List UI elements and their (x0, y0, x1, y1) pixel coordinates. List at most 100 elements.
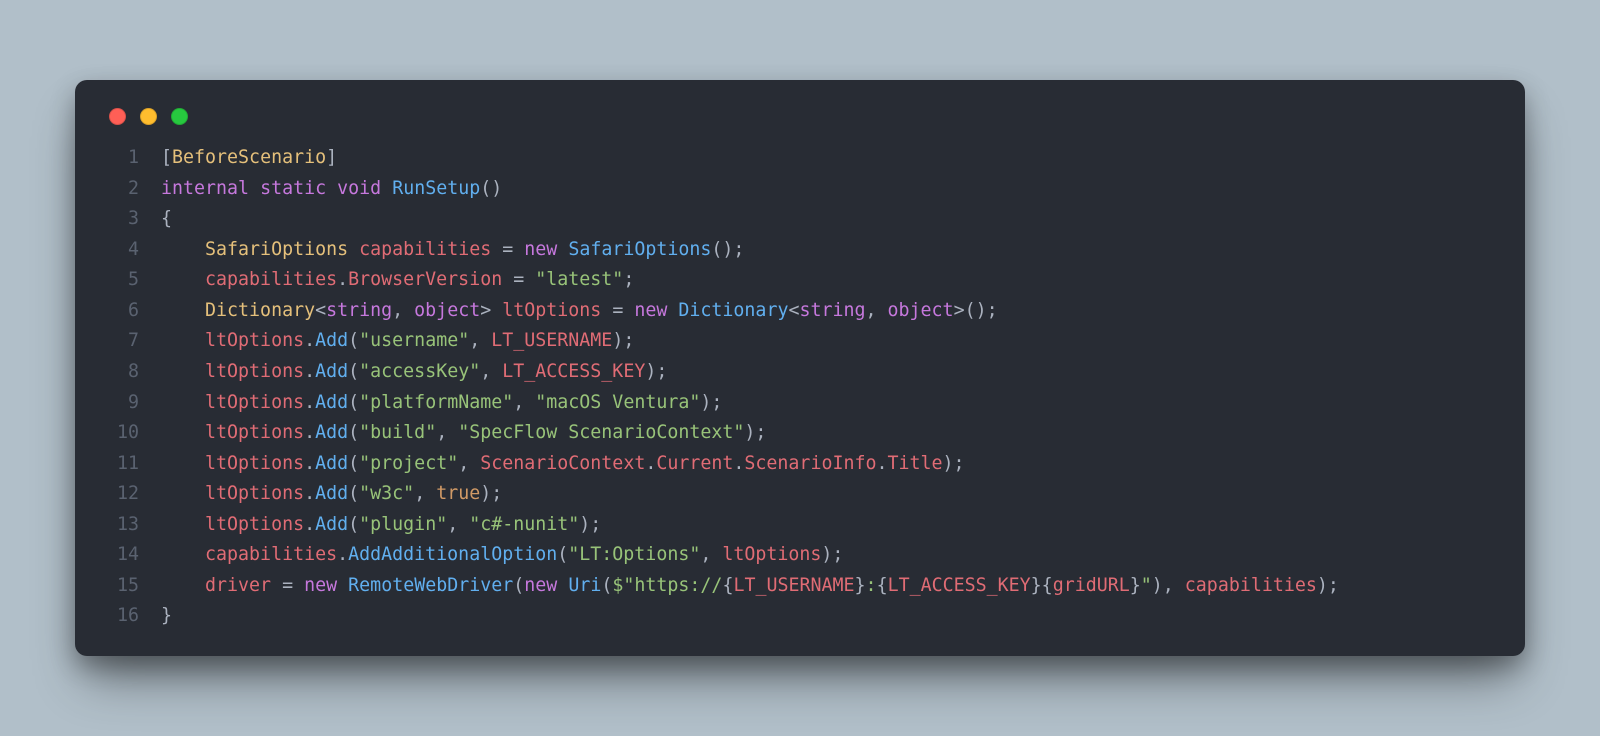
line-source: { (161, 204, 1497, 235)
token-punct: ), (1152, 575, 1185, 596)
token-var: ltOptions (502, 300, 601, 321)
token-punct: , (700, 544, 722, 565)
token-string: "project" (359, 453, 458, 474)
token-var: ScenarioContext (480, 453, 645, 474)
token-keyword: static (260, 178, 326, 199)
line-number: 7 (103, 326, 139, 357)
line-source: driver = new RemoteWebDriver(new Uri($"h… (161, 571, 1497, 602)
close-icon[interactable] (109, 108, 126, 125)
token-punct: > (480, 300, 502, 321)
token-keyword: string (799, 300, 865, 321)
token-var: ltOptions (205, 422, 304, 443)
token-var: Title (888, 453, 943, 474)
token-plain (161, 300, 205, 321)
token-punct: . (337, 269, 348, 290)
token-string: "w3c" (359, 483, 414, 504)
token-var: ltOptions (205, 392, 304, 413)
token-string: "c#-nunit" (469, 514, 579, 535)
token-punct: ( (348, 483, 359, 504)
token-punct: , (447, 514, 469, 535)
maximize-icon[interactable] (171, 108, 188, 125)
window-controls (109, 108, 1497, 125)
line-number: 2 (103, 174, 139, 205)
line-source: ltOptions.Add("project", ScenarioContext… (161, 449, 1497, 480)
token-keyword: string (326, 300, 392, 321)
code-line: 13 ltOptions.Add("plugin", "c#-nunit"); (103, 510, 1497, 541)
token-keyword: new (634, 300, 667, 321)
code-block: 1[BeforeScenario]2internal static void R… (103, 143, 1497, 632)
line-source: ltOptions.Add("w3c", true); (161, 479, 1497, 510)
token-punct: . (304, 483, 315, 504)
token-string: "accessKey" (359, 361, 480, 382)
line-number: 1 (103, 143, 139, 174)
token-punct: , (513, 392, 535, 413)
token-var: LT_ACCESS_KEY (502, 361, 645, 382)
code-line: 14 capabilities.AddAdditionalOption("LT:… (103, 540, 1497, 571)
token-punct: , (392, 300, 414, 321)
token-var: LT_ACCESS_KEY (888, 575, 1031, 596)
token-plain (524, 269, 535, 290)
token-punct: < (315, 300, 326, 321)
token-var: ltOptions (205, 483, 304, 504)
token-plain (667, 300, 678, 321)
token-var: capabilities (205, 544, 337, 565)
token-punct: [ (161, 147, 172, 168)
token-var: ltOptions (205, 361, 304, 382)
code-line: 1[BeforeScenario] (103, 143, 1497, 174)
token-var: capabilities (205, 269, 337, 290)
token-plain (513, 239, 524, 260)
code-line: 6 Dictionary<string, object> ltOptions =… (103, 296, 1497, 327)
line-number: 13 (103, 510, 139, 541)
token-plain (557, 575, 568, 596)
token-var: ScenarioInfo (744, 453, 876, 474)
code-line: 10 ltOptions.Add("build", "SpecFlow Scen… (103, 418, 1497, 449)
minimize-icon[interactable] (140, 108, 157, 125)
token-punct: , (414, 483, 436, 504)
token-plain (557, 239, 568, 260)
code-window: 1[BeforeScenario]2internal static void R… (75, 80, 1525, 656)
token-plain (348, 239, 359, 260)
line-number: 15 (103, 571, 139, 602)
token-punct: . (304, 330, 315, 351)
token-plain (249, 178, 260, 199)
token-punct: ; (623, 269, 634, 290)
token-method: Add (315, 361, 348, 382)
token-plain (161, 330, 205, 351)
token-plain (161, 392, 205, 413)
line-source: ltOptions.Add("build", "SpecFlow Scenari… (161, 418, 1497, 449)
token-keyword: new (524, 239, 557, 260)
token-punct: ); (1317, 575, 1339, 596)
code-line: 11 ltOptions.Add("project", ScenarioCont… (103, 449, 1497, 480)
token-method: Add (315, 453, 348, 474)
token-punct: . (304, 453, 315, 474)
token-punct: . (645, 453, 656, 474)
line-source: SafariOptions capabilities = new SafariO… (161, 235, 1497, 266)
token-punct: ( (348, 330, 359, 351)
token-keyword: object (888, 300, 954, 321)
token-punct: ( (348, 361, 359, 382)
line-number: 11 (103, 449, 139, 480)
code-line: 15 driver = new RemoteWebDriver(new Uri(… (103, 571, 1497, 602)
token-punct: { (722, 575, 733, 596)
code-line: 9 ltOptions.Add("platformName", "macOS V… (103, 388, 1497, 419)
token-string: "latest" (535, 269, 623, 290)
token-method: Dictionary (678, 300, 788, 321)
token-keyword: object (414, 300, 480, 321)
line-number: 8 (103, 357, 139, 388)
token-method: Add (315, 330, 348, 351)
token-punct: ] (326, 147, 337, 168)
token-punct: , (458, 453, 480, 474)
token-plain (326, 178, 337, 199)
token-punct: = (612, 300, 623, 321)
token-punct: } (161, 605, 172, 626)
line-number: 4 (103, 235, 139, 266)
token-punct: . (876, 453, 887, 474)
line-source: capabilities.BrowserVersion = "latest"; (161, 265, 1497, 296)
line-number: 6 (103, 296, 139, 327)
token-method: SafariOptions (568, 239, 711, 260)
token-string: "build" (359, 422, 436, 443)
token-plain (293, 575, 304, 596)
token-var: LT_USERNAME (733, 575, 854, 596)
token-punct: ( (513, 575, 524, 596)
token-punct: , (436, 422, 458, 443)
